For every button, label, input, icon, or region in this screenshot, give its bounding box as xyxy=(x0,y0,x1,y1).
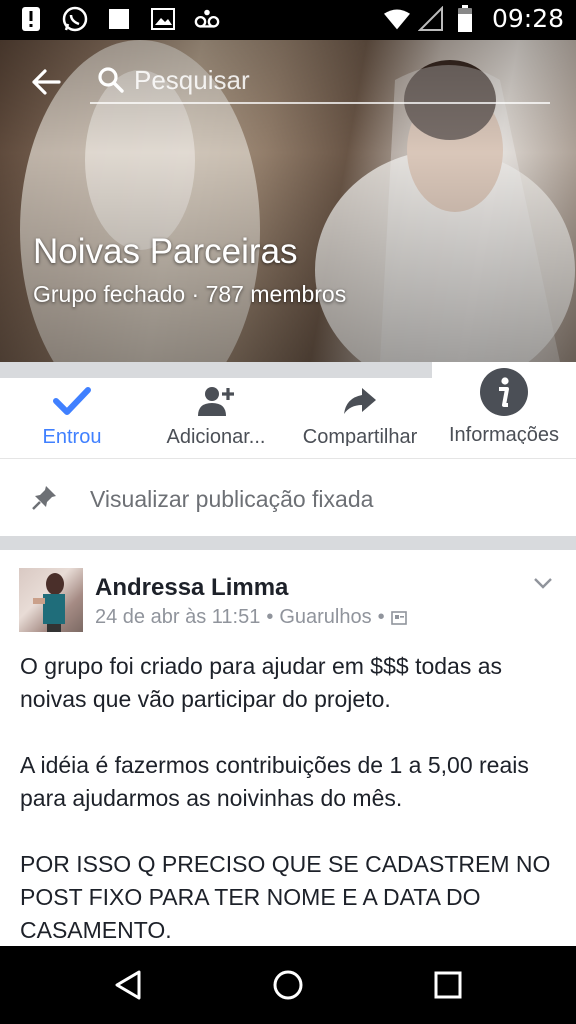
avatar[interactable] xyxy=(19,568,83,632)
search-bar[interactable] xyxy=(90,58,550,104)
post-body: O grupo foi criado para ajudar em $$$ to… xyxy=(20,650,560,946)
back-button[interactable] xyxy=(26,62,66,102)
meta-separator: • xyxy=(266,606,274,628)
share-label: Compartilhar xyxy=(302,426,418,446)
info-icon xyxy=(480,368,528,416)
nav-recents-button[interactable] xyxy=(428,965,468,1005)
pinned-label: Visualizar publicação fixada xyxy=(90,486,374,512)
group-name: Noivas Parceiras xyxy=(33,232,298,271)
check-icon xyxy=(53,387,91,415)
share-button[interactable]: Compartilhar xyxy=(288,378,432,458)
post-author[interactable]: Andressa Limma xyxy=(95,574,288,602)
image-icon xyxy=(150,6,176,32)
alert-icon xyxy=(18,6,44,32)
back-triangle-icon xyxy=(115,970,141,1000)
status-bar: 09:28 xyxy=(0,0,576,40)
nav-back-button[interactable] xyxy=(108,965,148,1005)
avatar-photo xyxy=(33,573,65,632)
post-paragraph: O grupo foi criado para ajudar em $$$ to… xyxy=(20,653,503,712)
post-meta: 24 de abr às 11:51 • Guarulhos • xyxy=(95,606,407,629)
whatsapp-icon xyxy=(62,6,88,32)
post-paragraph: A idéia é fazermos contribuições de 1 a … xyxy=(20,752,529,811)
section-divider xyxy=(0,536,576,550)
battery-icon xyxy=(452,4,478,32)
add-member-button[interactable]: Adicionar... xyxy=(144,378,288,458)
post-paragraph: POR ISSO Q PRECISO QUE SE CADASTREM NO P… xyxy=(20,851,551,943)
pin-icon xyxy=(32,486,56,510)
recents-square-icon xyxy=(434,971,462,999)
group-action-bar: Entrou Adicionar... Compartilhar Informa… xyxy=(0,368,576,458)
wifi-icon xyxy=(383,6,410,32)
clock: 09:28 xyxy=(491,4,564,33)
info-label: Informações xyxy=(448,424,560,444)
group-cover: Noivas Parceiras Grupo fechado · 787 mem… xyxy=(0,40,576,362)
post-date[interactable]: 24 de abr às 11:51 xyxy=(95,606,260,629)
back-arrow-icon xyxy=(32,69,61,95)
post-card: Andressa Limma 24 de abr às 11:51 • Guar… xyxy=(0,550,576,946)
android-nav-bar xyxy=(0,946,576,1024)
notification-square-icon xyxy=(106,6,132,32)
home-circle-icon xyxy=(273,970,303,1000)
share-arrow-icon xyxy=(344,388,376,414)
cover-bottom-strip xyxy=(0,362,432,378)
nav-home-button[interactable] xyxy=(268,965,308,1005)
pinned-post-row[interactable]: Visualizar publicação fixada xyxy=(0,458,576,536)
search-input[interactable] xyxy=(134,64,534,96)
post-location[interactable]: Guarulhos xyxy=(279,606,371,629)
voicemail-icon xyxy=(194,6,220,32)
group-audience-icon xyxy=(390,610,407,625)
group-meta: Grupo fechado · 787 membros xyxy=(33,281,347,307)
joined-label: Entrou xyxy=(42,426,102,446)
search-icon xyxy=(98,67,124,93)
meta-separator: • xyxy=(377,606,385,628)
add-person-icon xyxy=(198,387,234,416)
chevron-down-icon[interactable] xyxy=(532,572,554,594)
joined-button[interactable]: Entrou xyxy=(0,378,144,458)
add-label: Adicionar... xyxy=(166,426,266,446)
signal-icon xyxy=(417,5,444,32)
info-button[interactable]: Informações xyxy=(432,362,576,458)
